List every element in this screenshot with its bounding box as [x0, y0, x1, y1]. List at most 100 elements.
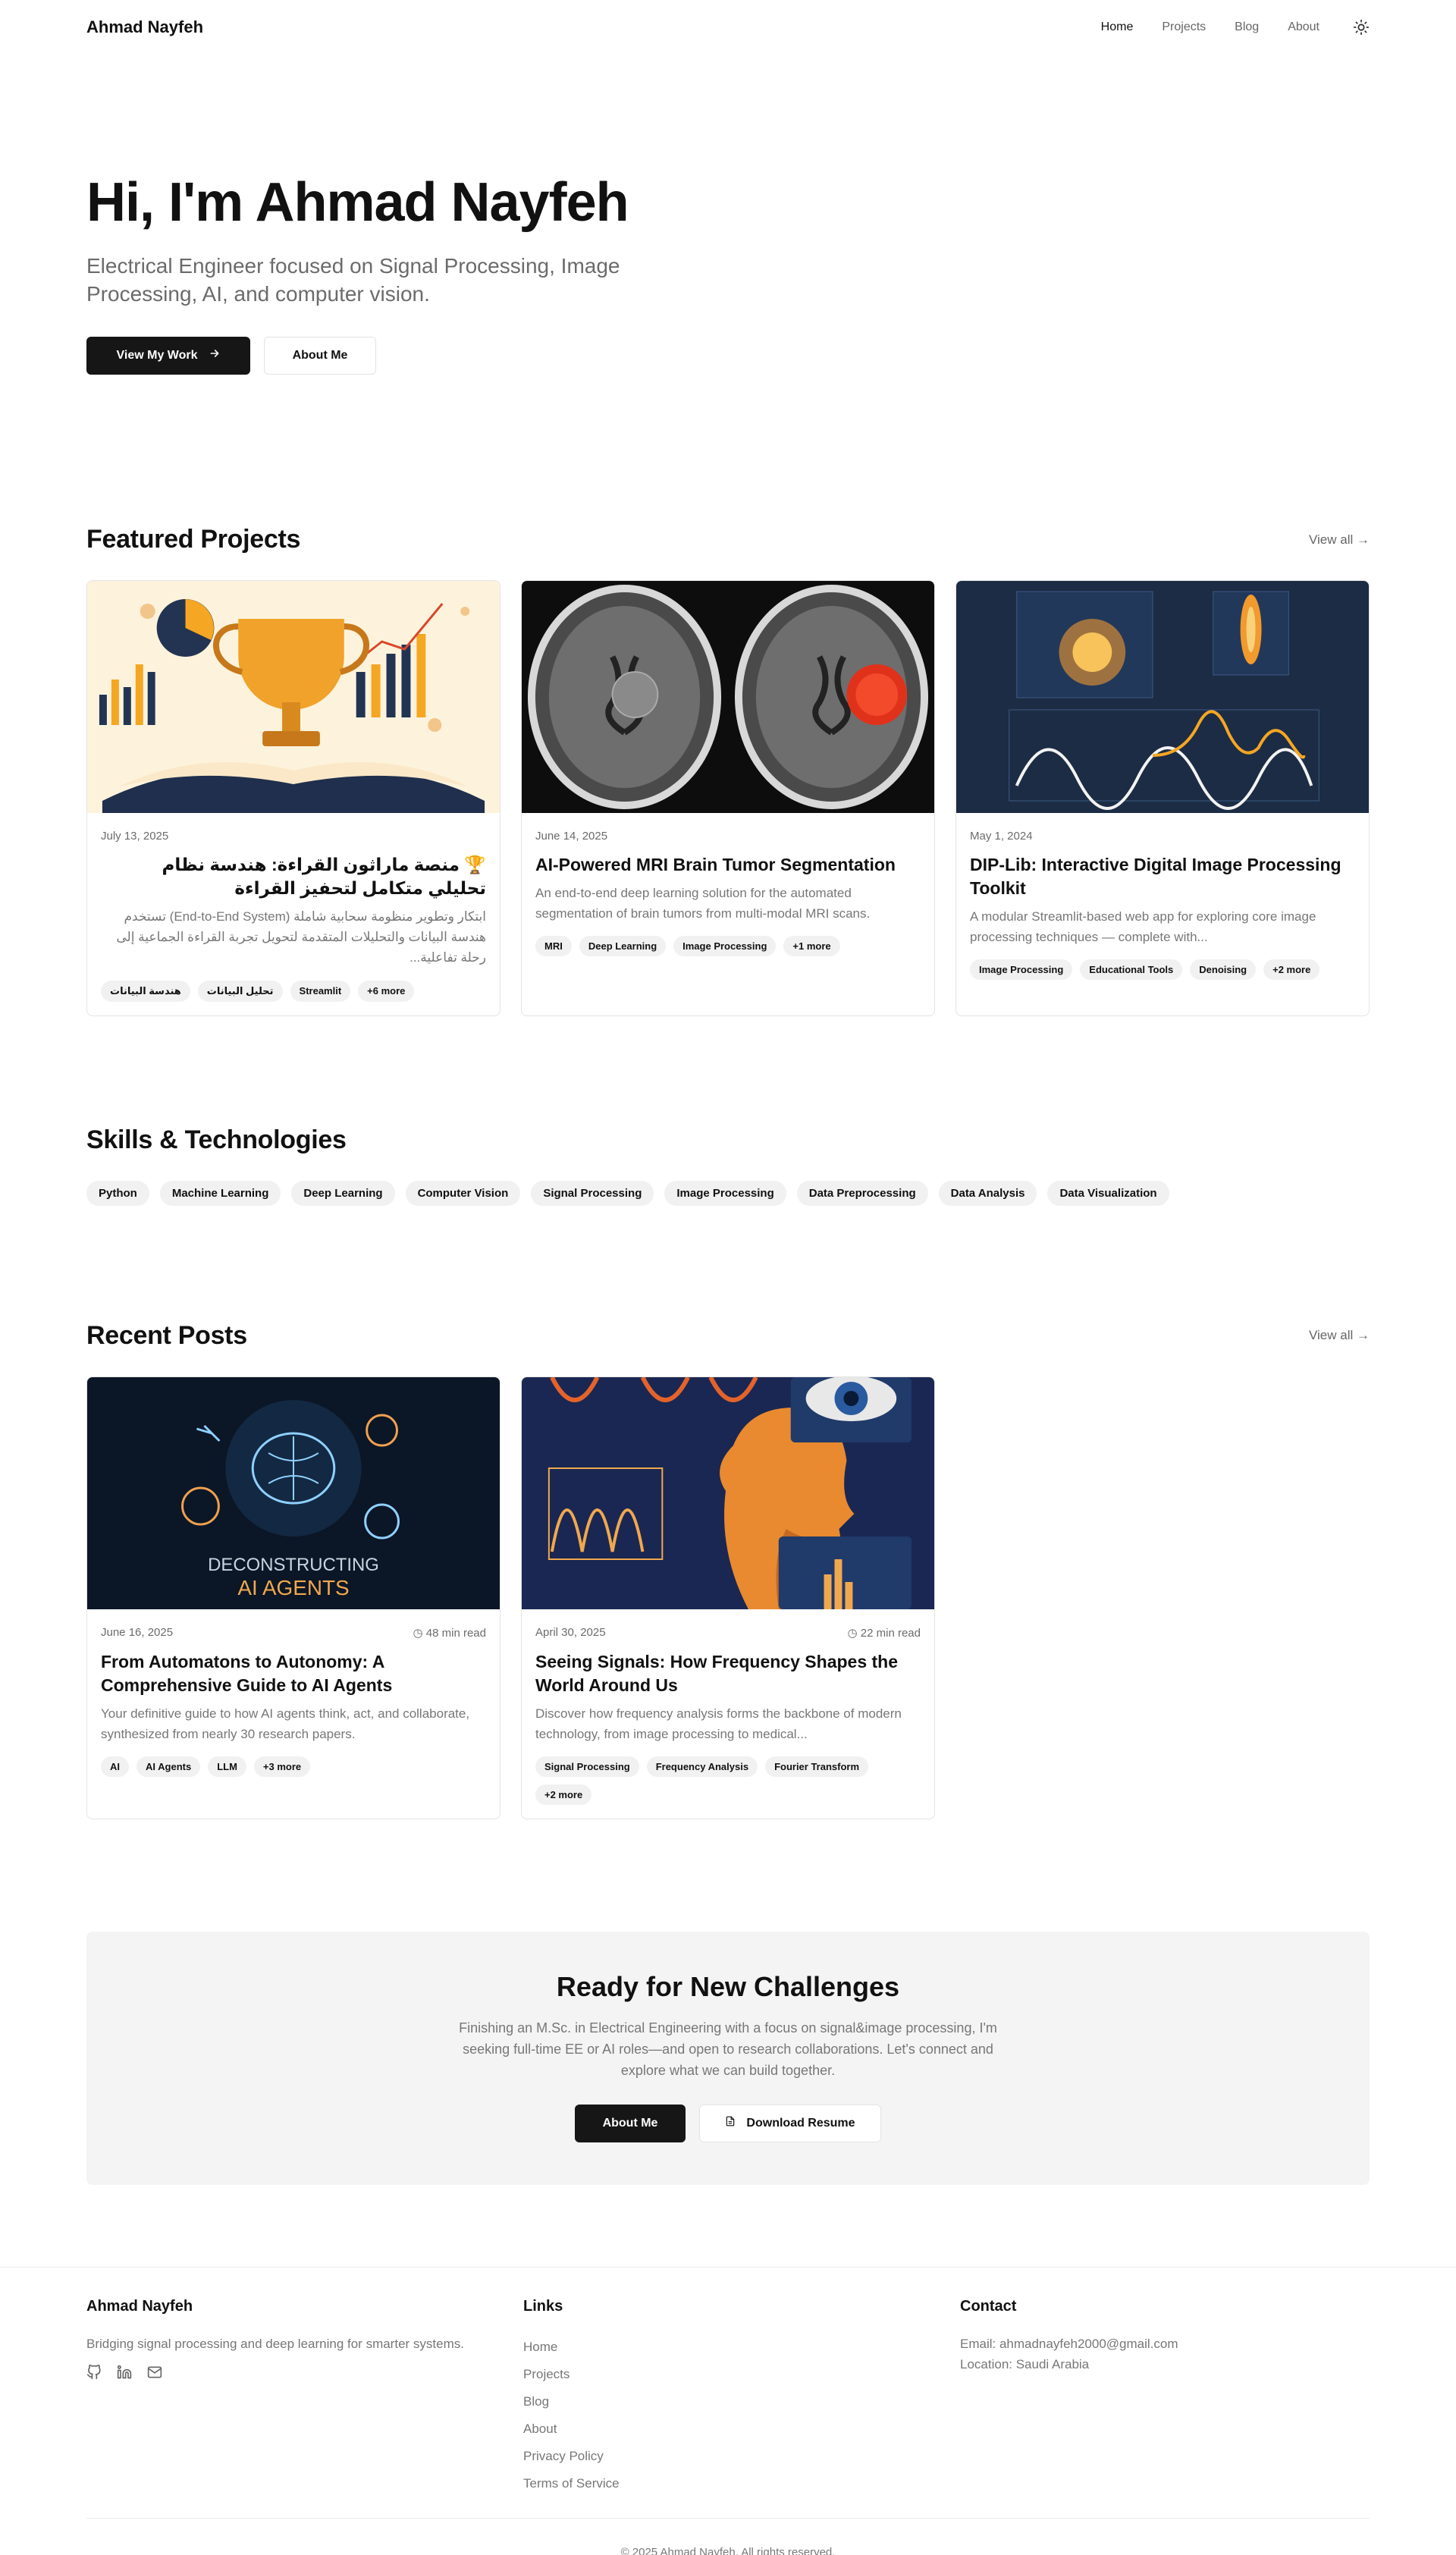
- footer-link-privacy[interactable]: Privacy Policy: [523, 2443, 960, 2470]
- project-card[interactable]: June 14, 2025 AI-Powered MRI Brain Tumor…: [521, 580, 935, 1016]
- skill-tag: Machine Learning: [159, 1180, 281, 1206]
- post-date: April 30, 2025: [535, 1625, 606, 1639]
- post-image-ai-agents: DECONSTRUCTING AI AGENTS: [87, 1376, 500, 1609]
- post-description: Discover how frequency analysis forms th…: [535, 1706, 902, 1741]
- post-image-signals: [522, 1376, 934, 1609]
- nav-home[interactable]: Home: [1101, 20, 1134, 34]
- project-card[interactable]: May 1, 2024 DIP-Lib: Interactive Digital…: [956, 580, 1370, 1016]
- footer-link-projects[interactable]: Projects: [523, 2361, 960, 2388]
- sun-icon[interactable]: [1353, 19, 1370, 36]
- footer-location: Location: Saudi Arabia: [960, 2357, 1090, 2372]
- site-brand[interactable]: Ahmad Nayfeh: [86, 17, 203, 37]
- footer-link-terms[interactable]: Terms of Service: [523, 2470, 960, 2497]
- skills-heading: Skills & Technologies: [86, 1125, 347, 1154]
- tag[interactable]: AI Agents: [136, 1756, 201, 1778]
- nav-projects[interactable]: Projects: [1162, 20, 1206, 34]
- skill-tag: Data Visualization: [1047, 1180, 1169, 1206]
- tag[interactable]: Image Processing: [673, 936, 777, 957]
- site-header: Ahmad Nayfeh Home Projects Blog About: [86, 0, 1370, 55]
- skill-tag: Data Analysis: [938, 1180, 1037, 1206]
- cta-about-me-label: About Me: [602, 2116, 658, 2130]
- post-read-time: 22 min read: [860, 1626, 921, 1640]
- tag-more[interactable]: +1 more: [783, 936, 840, 957]
- project-date: May 1, 2024: [970, 830, 1033, 843]
- view-my-work-button[interactable]: View My Work: [86, 336, 250, 375]
- tag[interactable]: Streamlit: [290, 980, 351, 1002]
- tag-more[interactable]: +2 more: [535, 1784, 592, 1806]
- tag[interactable]: Denoising: [1190, 959, 1257, 981]
- tag[interactable]: MRI: [535, 936, 572, 957]
- recent-posts-section: Recent Posts View all → DECONSTRUCTING A…: [86, 1320, 1370, 1820]
- tag[interactable]: Deep Learning: [579, 936, 667, 957]
- skill-tag: Signal Processing: [531, 1180, 654, 1206]
- clock-icon: ◷: [847, 1626, 861, 1640]
- footer-link-blog[interactable]: Blog: [523, 2388, 960, 2415]
- nav-about[interactable]: About: [1288, 20, 1320, 34]
- project-card[interactable]: July 13, 2025 🏆 منصة ماراثون القراءة: هن…: [86, 580, 500, 1016]
- tag[interactable]: Fourier Transform: [765, 1756, 869, 1778]
- skill-tag: Python: [86, 1180, 149, 1206]
- project-image-signal: [956, 581, 1369, 813]
- post-card[interactable]: DECONSTRUCTING AI AGENTS June 16, 2025 ◷…: [86, 1376, 500, 1820]
- footer-email[interactable]: Email: ahmadnayfeh2000@gmail.com: [960, 2334, 1339, 2354]
- download-resume-button[interactable]: Download Resume: [699, 2104, 881, 2142]
- cta-text: Finishing an M.Sc. in Electrical Enginee…: [459, 2020, 997, 2078]
- post-title: From Automatons to Autonomy: A Comprehen…: [101, 1651, 393, 1695]
- view-my-work-label: View My Work: [116, 348, 198, 362]
- project-description: A modular Streamlit-based web app for ex…: [970, 909, 1316, 945]
- project-date: July 13, 2025: [101, 830, 169, 843]
- posts-heading: Recent Posts: [86, 1320, 247, 1350]
- hero-subtitle: Electrical Engineer focused on Signal Pr…: [86, 254, 620, 306]
- clock-icon: ◷: [413, 1626, 426, 1640]
- linkedin-icon[interactable]: [117, 2365, 133, 2381]
- file-icon: [725, 2115, 736, 2131]
- skill-tag: Image Processing: [664, 1180, 786, 1206]
- post-title: Seeing Signals: How Frequency Shapes the…: [535, 1651, 899, 1695]
- project-description: An end-to-end deep learning solution for…: [535, 886, 871, 921]
- posts-view-all-link[interactable]: View all →: [1309, 1328, 1370, 1343]
- featured-projects-section: Featured Projects View all → July 13, 20…: [86, 525, 1370, 1016]
- about-me-button[interactable]: About Me: [264, 336, 376, 375]
- project-image-trophy: [87, 581, 500, 813]
- hero-section: Hi, I'm Ahmad Nayfeh Electrical Engineer…: [86, 55, 1370, 525]
- tag[interactable]: Educational Tools: [1080, 959, 1183, 981]
- footer-brand: Ahmad Nayfeh: [86, 2298, 193, 2315]
- project-title: AI-Powered MRI Brain Tumor Segmentation: [535, 855, 896, 874]
- skill-tag: Computer Vision: [405, 1180, 521, 1206]
- posts-view-all-label: View all: [1308, 1328, 1354, 1343]
- tag[interactable]: هندسة البيانات: [101, 980, 190, 1002]
- tag-more[interactable]: +2 more: [1263, 959, 1320, 981]
- tag[interactable]: تحليل البيانات: [197, 980, 283, 1002]
- cta-section: Ready for New Challenges Finishing an M.…: [86, 1932, 1370, 2186]
- projects-view-all-link[interactable]: View all →: [1309, 532, 1370, 548]
- tag[interactable]: Frequency Analysis: [646, 1756, 758, 1778]
- post-description: Your definitive guide to how AI agents t…: [101, 1706, 470, 1741]
- project-title: DIP-Lib: Interactive Digital Image Proce…: [970, 855, 1341, 899]
- project-title: 🏆 منصة ماراثون القراءة: هندسة نظام تحليل…: [162, 855, 487, 899]
- mail-icon[interactable]: [147, 2365, 164, 2381]
- footer-link-about[interactable]: About: [523, 2415, 960, 2443]
- tag[interactable]: Image Processing: [970, 959, 1073, 981]
- tag-more[interactable]: +3 more: [253, 1756, 311, 1778]
- arrow-right-icon: [209, 347, 221, 363]
- nav-blog[interactable]: Blog: [1235, 20, 1259, 34]
- github-icon[interactable]: [86, 2365, 103, 2381]
- footer-links: Home Projects Blog About Privacy Policy …: [523, 2334, 960, 2497]
- tag[interactable]: AI: [101, 1756, 129, 1778]
- arrow-right-icon: →: [1357, 532, 1370, 547]
- project-description: ابتكار وتطوير منظومة سحابية شاملة (End-t…: [116, 909, 486, 965]
- project-image-mri: [522, 581, 934, 813]
- post-card[interactable]: April 30, 2025 ◷ 22 min read Seeing Sign…: [521, 1376, 935, 1820]
- tag[interactable]: LLM: [208, 1756, 246, 1778]
- footer-link-home[interactable]: Home: [523, 2334, 960, 2361]
- tag[interactable]: Signal Processing: [535, 1756, 639, 1778]
- cta-title: Ready for New Challenges: [556, 1971, 900, 2003]
- hero-title: Hi, I'm Ahmad Nayfeh: [86, 172, 629, 233]
- cta-about-me-button[interactable]: About Me: [575, 2104, 686, 2142]
- tag-more[interactable]: +6 more: [358, 980, 415, 1002]
- skills-section: Skills & Technologies Python Machine Lea…: [86, 1125, 1370, 1206]
- post-read-time: 48 min read: [425, 1626, 486, 1640]
- project-date: June 14, 2025: [535, 830, 608, 843]
- footer-links-heading: Links: [523, 2298, 563, 2315]
- footer-tagline: Bridging signal processing and deep lear…: [86, 2337, 464, 2352]
